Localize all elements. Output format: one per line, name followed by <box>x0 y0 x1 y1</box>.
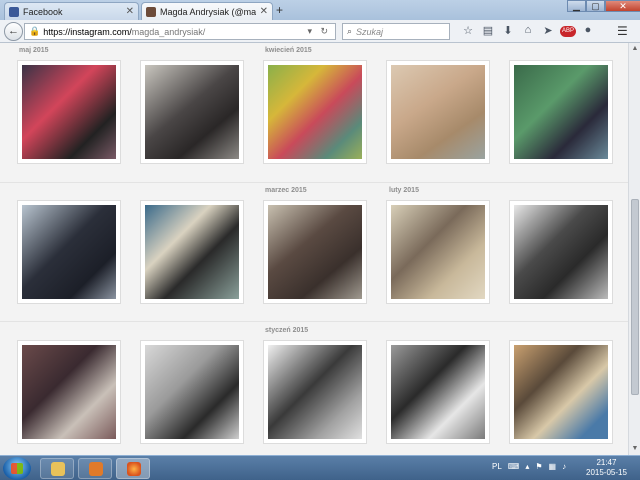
search-input[interactable]: ⌕ Szukaj <box>342 23 450 40</box>
close-tab-icon[interactable]: ✕ <box>126 6 134 17</box>
chat-icon[interactable]: ● <box>578 24 598 37</box>
photo-image <box>514 205 608 299</box>
photo-thumbnail[interactable] <box>509 60 613 164</box>
window-controls: ▁ ▢ ✕ <box>567 0 640 12</box>
month-label: kwiecień 2015 <box>265 47 312 54</box>
taskbar-media-player[interactable] <box>78 458 112 479</box>
photo-image <box>391 205 485 299</box>
photo-thumbnail[interactable] <box>509 340 613 444</box>
tab-instagram[interactable]: Magda Andrysiak (@magd... ✕ <box>141 2 273 20</box>
download-icon[interactable]: ⬇ <box>498 24 518 37</box>
photo-image <box>22 205 116 299</box>
search-icon: ⌕ <box>347 26 353 36</box>
photo-image <box>145 205 239 299</box>
scrollbar-thumb[interactable] <box>631 199 639 395</box>
start-button[interactable] <box>3 457 31 480</box>
month-label: luty 2015 <box>389 187 419 194</box>
close-tab-icon[interactable]: ✕ <box>260 6 268 17</box>
scroll-up-icon[interactable]: ▲ <box>629 43 640 55</box>
clock[interactable]: 21:47 2015-05-15 <box>586 458 627 478</box>
menu-icon[interactable]: ☰ <box>617 24 628 38</box>
url-path: magda_andrysiak/ <box>131 26 206 37</box>
photo-image <box>145 65 239 159</box>
flag-icon[interactable]: ⚑ <box>535 462 542 471</box>
maximize-button[interactable]: ▢ <box>586 0 605 12</box>
month-label: maj 2015 <box>19 47 49 54</box>
volume-icon[interactable]: ♪ <box>562 462 566 471</box>
search-placeholder: Szukaj <box>356 26 384 37</box>
photo-image <box>145 345 239 439</box>
photo-thumbnail[interactable] <box>140 60 244 164</box>
toolbar-icons: ☆ ▤ ⬇ ⌂ ➤ ABP ● <box>458 24 598 37</box>
photo-image <box>268 65 362 159</box>
clock-time: 21:47 <box>596 458 617 467</box>
navigation-bar: ← 🔒 https://instagram.com/ magda_andrysi… <box>0 20 640 43</box>
taskbar-firefox[interactable] <box>116 458 150 479</box>
tab-title: Facebook <box>23 6 63 17</box>
vertical-scrollbar[interactable]: ▲ ▼ <box>628 43 640 455</box>
photo-thumbnail[interactable] <box>140 340 244 444</box>
photo-thumbnail[interactable] <box>17 200 121 304</box>
photo-thumbnail[interactable] <box>263 340 367 444</box>
tab-title: Magda Andrysiak (@magd... <box>160 6 256 17</box>
tray-arrow-icon[interactable]: ▴ <box>525 462 529 471</box>
photo-image <box>22 345 116 439</box>
photo-thumbnail[interactable] <box>386 340 490 444</box>
media-player-icon <box>89 462 103 476</box>
photo-thumbnail[interactable] <box>17 60 121 164</box>
lock-icon: 🔒 <box>29 26 41 36</box>
month-label: marzec 2015 <box>265 187 307 194</box>
tab-strip: Facebook ✕ Magda Andrysiak (@magd... ✕ +… <box>0 0 640 20</box>
photo-image <box>268 205 362 299</box>
photo-image <box>268 345 362 439</box>
share-icon[interactable]: ➤ <box>538 24 558 37</box>
photo-thumbnail[interactable] <box>386 200 490 304</box>
photo-image <box>22 65 116 159</box>
home-icon[interactable]: ⌂ <box>518 24 538 37</box>
photo-thumbnail[interactable] <box>140 200 244 304</box>
minimize-button[interactable]: ▁ <box>567 0 586 12</box>
scroll-down-icon[interactable]: ▼ <box>629 443 640 455</box>
section-divider <box>0 182 628 183</box>
reload-icon[interactable]: ▾ ↻ <box>307 26 331 37</box>
photo-thumbnail[interactable] <box>386 60 490 164</box>
system-tray: PL ⌨ ▴ ⚑ ▦ ♪ <box>492 462 566 471</box>
language-indicator[interactable]: PL <box>492 462 502 471</box>
close-window-button[interactable]: ✕ <box>605 0 640 12</box>
taskbar: PL ⌨ ▴ ⚑ ▦ ♪ 21:47 2015-05-15 <box>0 455 640 480</box>
photo-image <box>514 345 608 439</box>
url-bar[interactable]: 🔒 https://instagram.com/ magda_andrysiak… <box>24 23 336 40</box>
photo-image <box>391 345 485 439</box>
network-icon[interactable]: ▦ <box>549 462 557 471</box>
photo-thumbnail[interactable] <box>17 340 121 444</box>
photo-thumbnail[interactable] <box>509 200 613 304</box>
photo-thumbnail[interactable] <box>263 60 367 164</box>
new-tab-button[interactable]: + <box>276 3 283 17</box>
photo-thumbnail[interactable] <box>263 200 367 304</box>
photo-image <box>391 65 485 159</box>
bookmark-star-icon[interactable]: ☆ <box>458 24 478 37</box>
clock-date: 2015-05-15 <box>586 468 627 477</box>
taskbar-explorer[interactable] <box>40 458 74 479</box>
folder-icon <box>51 462 65 476</box>
keyboard-icon[interactable]: ⌨ <box>508 462 520 471</box>
month-label: styczeń 2015 <box>265 327 309 334</box>
firefox-icon <box>127 462 141 476</box>
windows-logo-icon <box>11 463 23 474</box>
adblock-icon[interactable]: ABP <box>560 26 576 37</box>
photo-image <box>514 65 608 159</box>
tab-facebook[interactable]: Facebook ✕ <box>4 2 139 20</box>
instagram-favicon-icon <box>146 6 156 17</box>
section-divider <box>0 321 628 322</box>
facebook-favicon-icon <box>9 6 19 17</box>
bookmarks-list-icon[interactable]: ▤ <box>478 24 498 37</box>
back-button[interactable]: ← <box>4 22 23 41</box>
instagram-profile-grid: maj 2015 kwiecień 2015 marzec 2015 luty … <box>0 43 628 455</box>
url-host: https://instagram.com/ <box>43 26 132 37</box>
